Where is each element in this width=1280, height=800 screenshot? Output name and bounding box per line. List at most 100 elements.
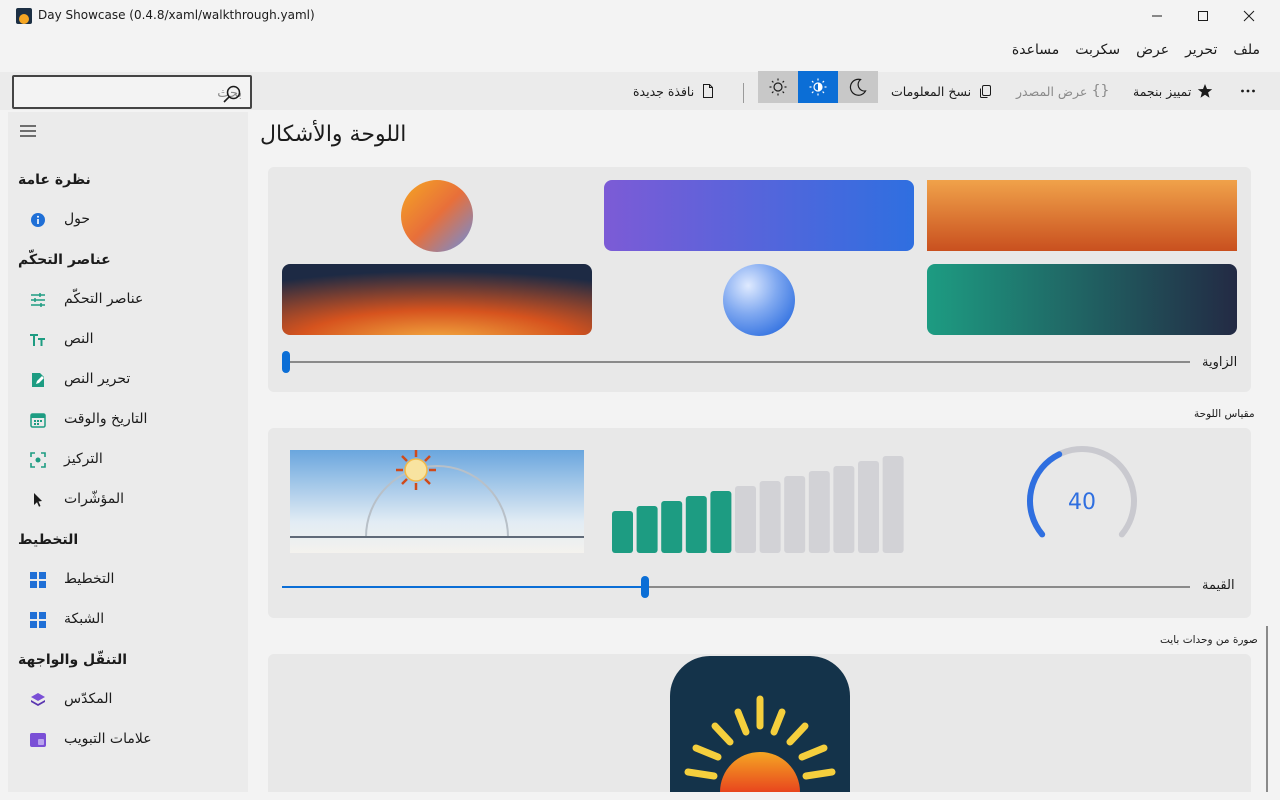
menu-script[interactable]: سكربت [1067,36,1128,68]
sidebar-item-text-edit[interactable]: تحرير النص [16,362,240,398]
nav-group-overview: نظرة عامة [18,172,91,188]
level-bar [735,486,756,553]
tabs-icon [30,733,46,747]
layout-icon [30,572,46,588]
level-bar [784,476,806,553]
orange-rectangle [927,180,1237,251]
purple-blue-rectangle [604,180,914,251]
nav-group-controls: عناصر التحكّم [18,252,111,268]
sidebar-item-about[interactable]: حول [16,202,240,238]
sidebar-item-text[interactable]: النص [16,322,240,358]
level-bar [710,491,732,553]
sun-icon [769,78,787,96]
minimize-icon [1152,15,1162,17]
search-icon[interactable] [222,84,242,104]
sidebar-item-layout[interactable]: التخطيط [16,562,240,598]
level-bar [661,501,683,553]
level-bar [636,506,658,553]
gauge-section-label: مقياس اللوحة [1194,408,1255,420]
more-icon [1241,89,1255,93]
new-window-label: نافذة جديدة [633,83,695,99]
grid-icon [30,612,46,628]
sidebar-item-label: حول [64,211,91,227]
shapes-card: الزاوية [268,167,1251,392]
level-bars [612,456,904,553]
level-bar [833,466,855,553]
half-sun-icon [809,78,827,96]
sidebar: نظرة عامة حول عناصر التحكّم عناصر التحكّ… [8,112,248,792]
value-slider-fill [282,586,646,588]
theme-toggle [758,71,880,103]
theme-auto-button[interactable] [798,71,838,103]
title-bar: Day Showcase (0.4.8/xaml/walkthrough.yam… [0,0,1280,32]
blue-sphere-shape [723,264,795,336]
level-bar [759,481,781,553]
shapes-canvas [282,180,1237,336]
menu-file[interactable]: ملف [1225,36,1268,68]
angle-label: الزاوية [1202,355,1238,370]
hamburger-menu-icon[interactable] [18,122,38,140]
sidebar-item-label: التركيز [64,451,103,467]
level-bar [882,456,904,553]
braces-icon: {} [1091,83,1110,99]
star-button[interactable]: تمييز بنجمة [1133,72,1213,110]
theme-light-button[interactable] [758,71,798,103]
sidebar-item-controls[interactable]: عناصر التحكّم [16,282,240,318]
view-source-button[interactable]: {} عرض المصدر [1016,72,1109,110]
sidebar-item-label: علامات التبويب [64,731,152,747]
search-input[interactable] [52,83,242,103]
document-icon [703,84,714,98]
close-icon [1243,10,1255,22]
star-label: تمييز بنجمة [1133,83,1192,99]
sidebar-item-label: عناصر التحكّم [64,291,144,307]
copy-info-label: نسخ المعلومات [891,83,972,99]
gauge-card: 40 القيمة [268,428,1251,618]
sidebar-item-focus[interactable]: التركيز [16,442,240,478]
toolbar: نافذة جديدة نسخ المعلومات {} عرض المصدر … [0,72,1280,110]
pointer-icon [34,493,42,507]
close-button[interactable] [1226,0,1272,32]
copy-info-button[interactable]: نسخ المعلومات [891,72,993,110]
menu-help[interactable]: مساعدة [1004,36,1067,68]
level-bar [685,496,707,553]
angle-slider-thumb[interactable] [282,351,290,373]
sun-icon [396,450,436,490]
theme-dark-button[interactable] [838,71,878,103]
main-scrollbar[interactable] [1266,626,1268,792]
sun-arc-panel [290,450,584,553]
app-logo-icon [16,8,32,24]
more-button[interactable] [1238,72,1258,110]
teal-rectangle [927,264,1237,335]
angle-slider-track[interactable] [286,361,1190,363]
nav-group-navigation: التنقّل والواجهة [18,652,128,668]
info-icon [31,213,45,227]
copy-icon [980,85,992,98]
sliders-icon [31,293,45,307]
sidebar-item-tabs[interactable]: علامات التبويب [16,722,240,758]
sidebar-item-grid[interactable]: الشبكة [16,602,240,638]
menu-edit[interactable]: تحرير [1177,36,1225,68]
maximize-icon [1198,11,1208,21]
sidebar-item-datetime[interactable]: التاريخ والوقت [16,402,240,438]
toolbar-separator [743,83,744,103]
sidebar-item-label: المكدّس [64,691,113,707]
maximize-button[interactable] [1180,0,1226,32]
minimize-button[interactable] [1134,0,1180,32]
value-slider-thumb[interactable] [641,576,650,598]
stack-icon [31,693,45,706]
sidebar-item-label: التخطيط [64,571,115,587]
sidebar-item-pointers[interactable]: المؤشّرات [16,482,240,518]
level-bar [808,471,830,553]
new-window-button[interactable]: نافذة جديدة [633,72,716,110]
level-bar [612,511,633,553]
page-title: اللوحة والأشكال [260,122,407,147]
sunset-rectangle [282,264,592,335]
text-icon [30,334,45,346]
main-content: اللوحة والأشكال الزاوية مقياس اللوحة 40 … [256,112,1280,800]
value-label: القيمة [1202,578,1235,593]
menu-view[interactable]: عرض [1128,36,1177,68]
gradient-circle-shape [401,180,473,252]
sidebar-item-stack[interactable]: المكدّس [16,682,240,718]
focus-icon [30,452,46,468]
bytes-section-label: صورة من وحدات بايت [1160,634,1258,646]
